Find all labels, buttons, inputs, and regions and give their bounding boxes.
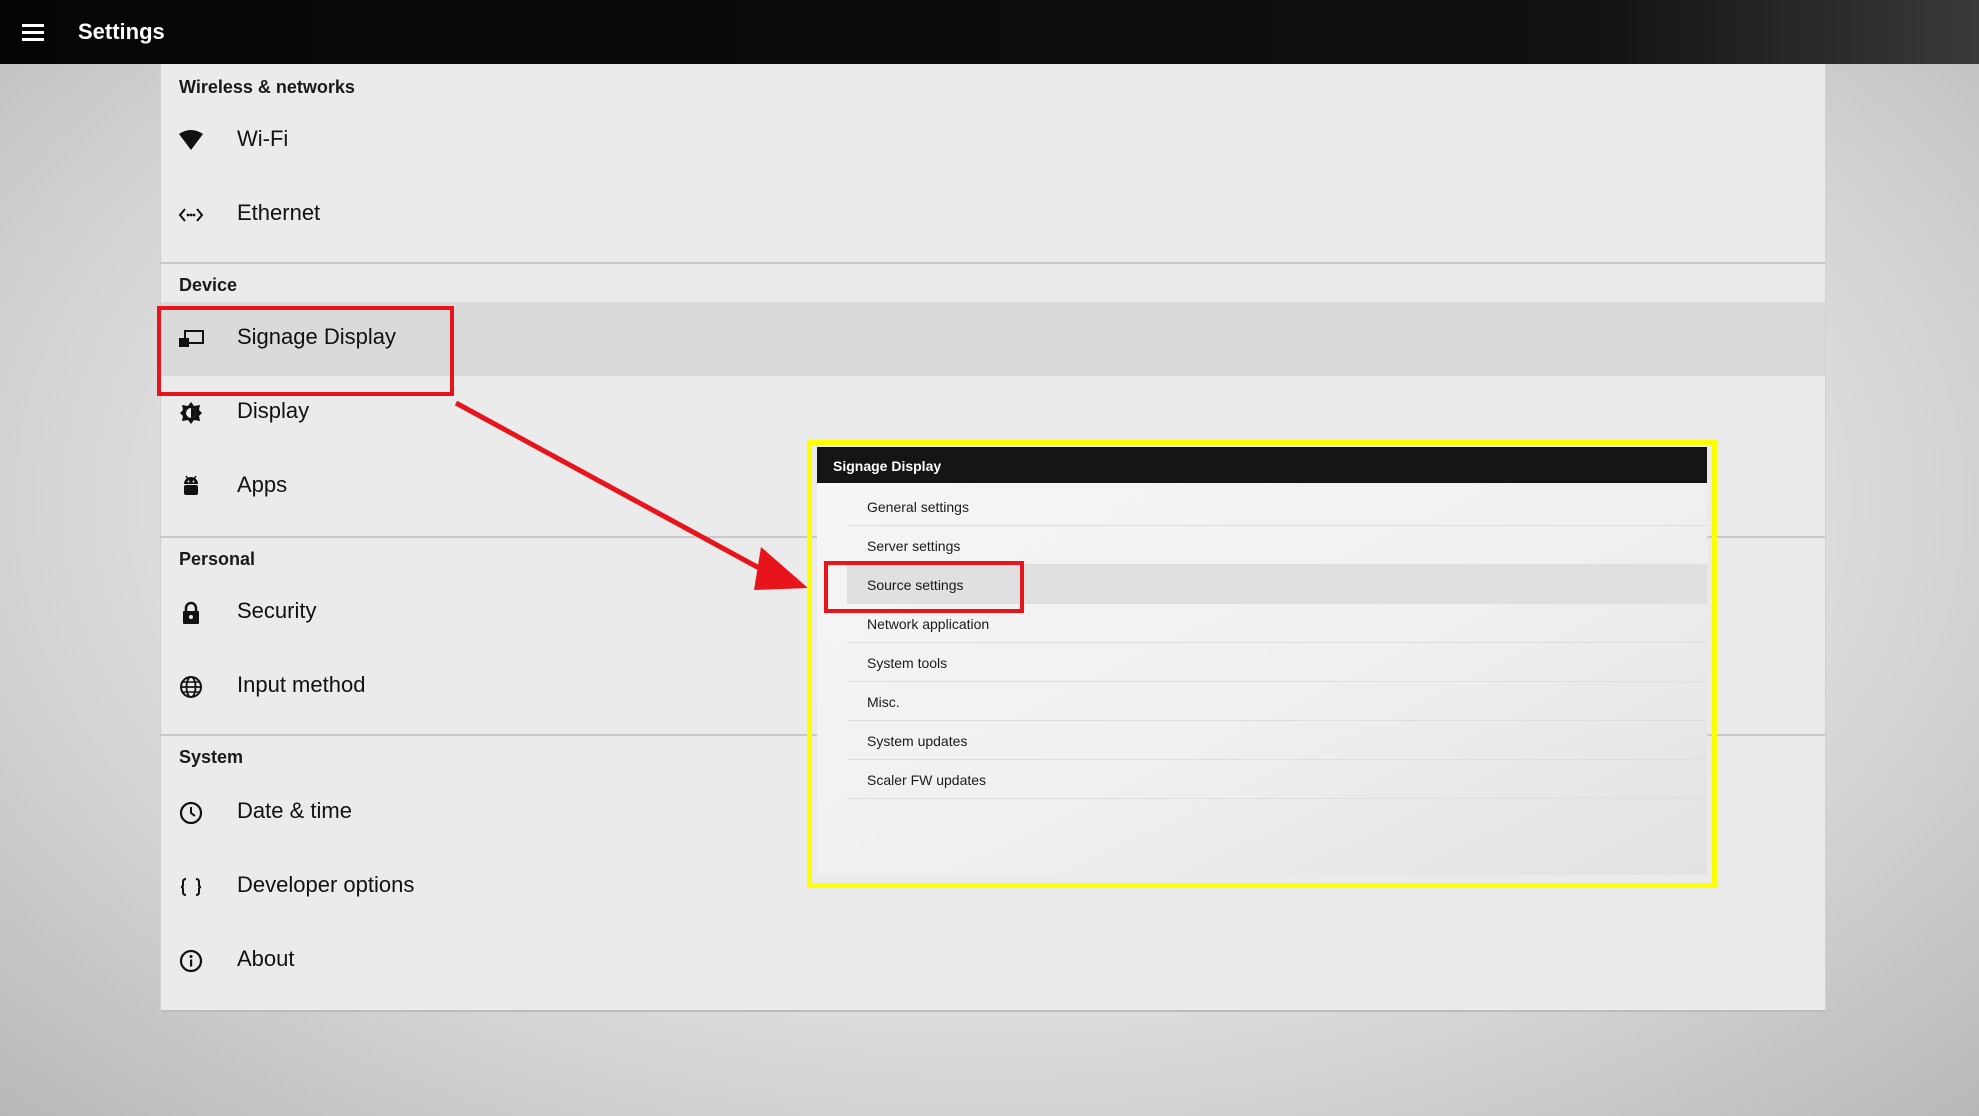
info-icon [178, 948, 204, 974]
wifi-icon [178, 128, 204, 154]
settings-item-label: Ethernet [237, 200, 321, 225]
section-header-wireless: Wireless & networks [179, 77, 355, 97]
settings-item-label: Apps [237, 472, 288, 497]
menu-icon[interactable] [22, 24, 44, 42]
section-header-system: System [179, 747, 244, 767]
globe-icon [178, 674, 204, 700]
settings-item-about[interactable]: About [161, 924, 1825, 998]
brightness-icon [178, 400, 204, 426]
app-bar: Settings [0, 0, 1979, 64]
settings-item-label: Input method [237, 672, 366, 697]
settings-item-label: About [237, 946, 295, 971]
clock-icon [178, 800, 204, 826]
settings-item-label: Security [237, 598, 317, 623]
settings-item-label: Developer options [237, 872, 415, 897]
settings-item-label: Display [237, 398, 310, 423]
highlight-box-signage-display [157, 306, 454, 396]
android-icon [178, 474, 204, 500]
settings-item-label: Wi-Fi [237, 126, 289, 151]
lock-icon [178, 600, 204, 626]
braces-icon [178, 874, 204, 900]
settings-item-wifi[interactable]: Wi-Fi [161, 104, 1825, 178]
inset-frame [807, 440, 1717, 888]
section-header-personal: Personal [179, 549, 256, 569]
section-header-device: Device [179, 275, 238, 295]
settings-item-label: Date & time [237, 798, 352, 823]
divider [161, 262, 1825, 264]
ethernet-icon [178, 202, 204, 228]
settings-item-ethernet[interactable]: Ethernet [161, 178, 1825, 252]
app-title: Settings [78, 19, 165, 44]
